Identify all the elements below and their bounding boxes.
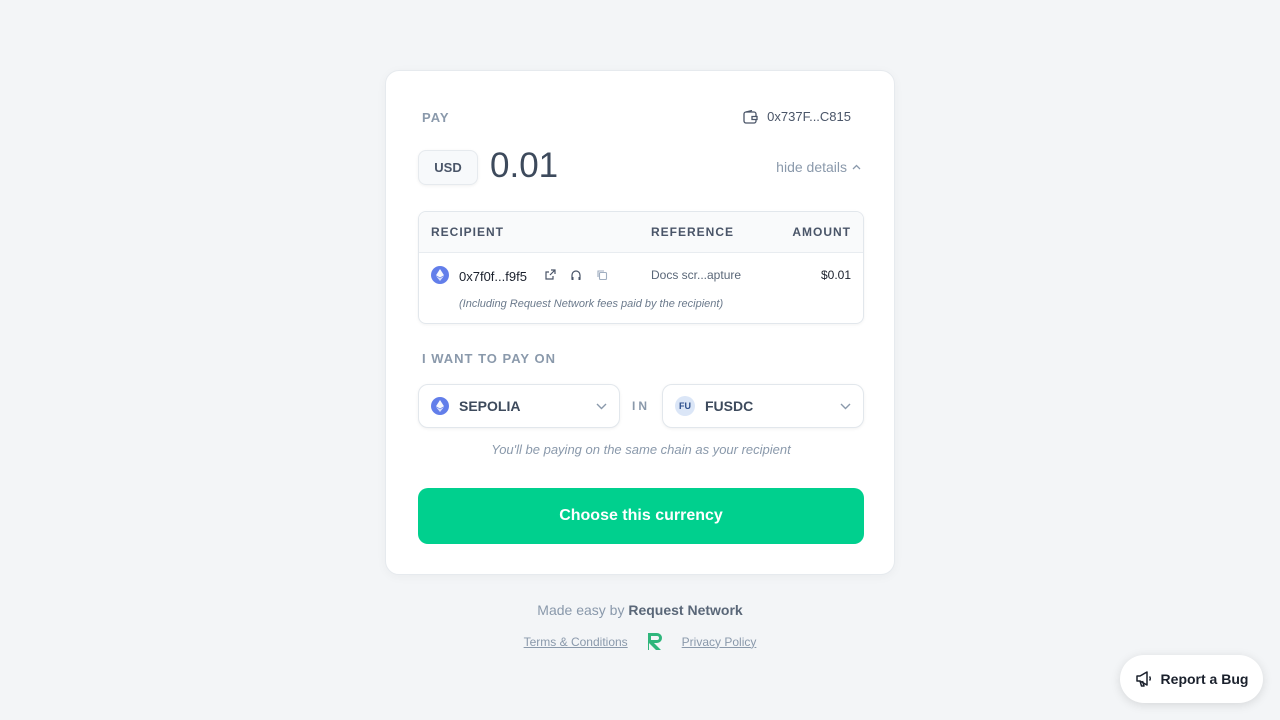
- footer-links: Terms & Conditions Privacy Policy: [0, 632, 1280, 651]
- same-chain-note: You'll be paying on the same chain as yo…: [491, 442, 791, 457]
- terms-link[interactable]: Terms & Conditions: [524, 635, 628, 649]
- recipient-address: 0x7f0f...f9f5: [459, 269, 527, 284]
- payment-card: PAY 0x737F...C815 USD 0.01 hide details …: [385, 70, 895, 575]
- chevron-up-icon: [852, 164, 861, 170]
- column-reference: REFERENCE: [651, 225, 735, 239]
- report-bug-label: Report a Bug: [1160, 671, 1249, 687]
- payment-reference: Docs scr...apture: [651, 268, 742, 282]
- row-amount: $0.01: [820, 268, 851, 282]
- ethereum-icon: [431, 397, 449, 415]
- request-network-brand: Request Network: [628, 602, 743, 618]
- token-select[interactable]: FU FUSDC: [662, 384, 864, 428]
- column-amount: AMOUNT: [792, 225, 851, 239]
- recipient-actions: [543, 268, 609, 282]
- megaphone-icon: [1135, 671, 1151, 687]
- table-header: RECIPIENT REFERENCE AMOUNT: [419, 212, 863, 253]
- network-select[interactable]: SEPOLIA: [418, 384, 620, 428]
- table-row: 0x7f0f...f9f5 Docs scr...apture $0.01 (I…: [419, 253, 863, 323]
- wallet-address-text: 0x737F...C815: [767, 109, 851, 124]
- headphones-icon[interactable]: [569, 268, 583, 282]
- copy-icon[interactable]: [595, 268, 609, 282]
- privacy-link[interactable]: Privacy Policy: [682, 635, 757, 649]
- wallet-address[interactable]: 0x737F...C815: [743, 109, 851, 124]
- external-link-icon[interactable]: [543, 268, 557, 282]
- report-bug-button[interactable]: Report a Bug: [1120, 655, 1263, 703]
- ethereum-icon: [431, 266, 449, 284]
- column-recipient: RECIPIENT: [431, 225, 505, 239]
- hide-details-toggle[interactable]: hide details: [776, 159, 861, 175]
- payment-amount: 0.01: [490, 146, 559, 185]
- hide-details-label: hide details: [776, 159, 847, 175]
- wallet-icon: [743, 109, 758, 124]
- fees-note: (Including Request Network fees paid by …: [459, 298, 724, 310]
- fusdc-token-icon: FU: [675, 396, 695, 416]
- pay-label: PAY: [422, 110, 450, 125]
- currency-badge: USD: [418, 150, 478, 185]
- made-easy-credit: Made easy by Request Network: [0, 602, 1280, 618]
- made-easy-prefix: Made easy by: [537, 602, 625, 618]
- pay-on-label: I WANT TO PAY ON: [422, 351, 556, 366]
- request-network-logo-icon: [647, 633, 662, 650]
- chevron-down-icon: [840, 403, 851, 409]
- in-label: IN: [632, 399, 650, 413]
- chevron-down-icon: [596, 403, 607, 409]
- network-select-value: SEPOLIA: [459, 398, 521, 414]
- choose-currency-button[interactable]: Choose this currency: [418, 488, 864, 544]
- token-select-value: FUSDC: [705, 398, 754, 414]
- payment-details-table: RECIPIENT REFERENCE AMOUNT 0x7f0f...f9f5: [418, 211, 864, 324]
